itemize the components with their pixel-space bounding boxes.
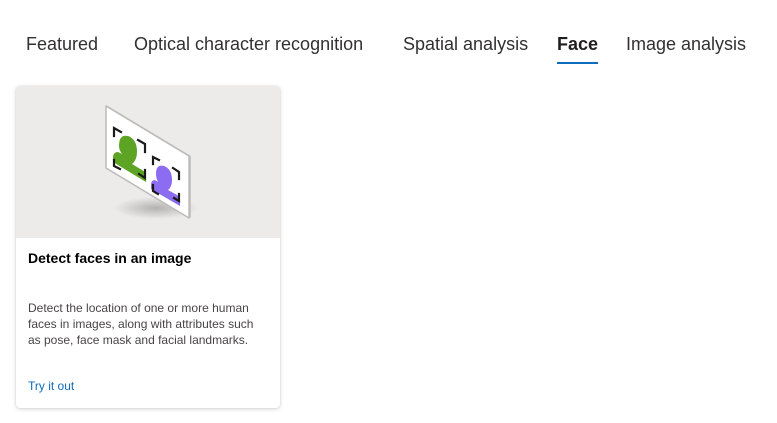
tab-image-analysis[interactable]: Image analysis <box>626 33 746 55</box>
card-title: Detect faces in an image <box>28 250 192 266</box>
tab-label: Featured <box>26 34 99 54</box>
tab-spatial-analysis[interactable]: Spatial analysis <box>403 33 528 55</box>
face-detection-illustration-icon <box>105 105 198 219</box>
card-illustration <box>16 86 280 238</box>
card-description: Detect the location of one or more human… <box>28 301 254 347</box>
tab-optical-character-recognition[interactable]: Optical character recognition <box>134 33 363 55</box>
tab-label: Spatial analysis <box>403 34 529 54</box>
tab-label: Image analysis <box>626 34 747 54</box>
active-tab-indicator <box>557 62 599 64</box>
try-it-out-link[interactable]: Try it out <box>28 379 74 393</box>
detect-faces-card[interactable]: Detect faces in an image Detect the loca… <box>16 86 280 408</box>
category-tabs: Featured Optical character recognition S… <box>0 0 777 70</box>
tab-face[interactable]: Face <box>557 33 599 64</box>
tab-featured[interactable]: Featured <box>26 33 98 55</box>
tab-label: Face <box>557 34 599 54</box>
tab-label: Optical character recognition <box>134 34 364 54</box>
